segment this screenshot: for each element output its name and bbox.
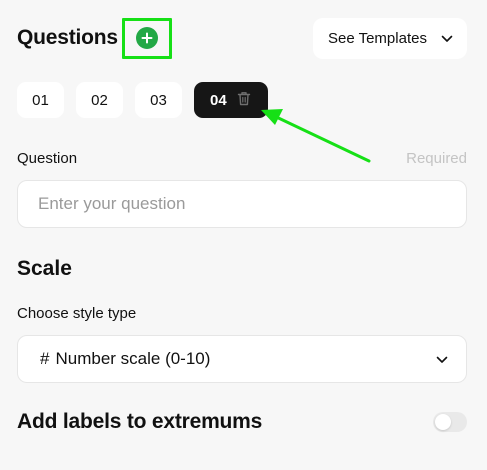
tab-label: 02 — [91, 91, 108, 109]
title-wrap: Questions — [17, 17, 172, 59]
extremums-label: Add labels to extremums — [17, 410, 263, 433]
style-type-text: Number scale (0-10) — [55, 349, 211, 368]
add-question-button[interactable] — [121, 17, 172, 59]
tab-question-04[interactable]: 04 — [194, 82, 268, 118]
header: Questions See Templates — [17, 17, 467, 59]
question-tabs: 01 02 03 04 — [17, 82, 268, 118]
page-title: Questions — [17, 26, 118, 49]
tab-label: 01 — [32, 91, 49, 109]
tab-question-03[interactable]: 03 — [135, 82, 182, 118]
tab-label: 04 — [210, 91, 227, 109]
see-templates-label: See Templates — [328, 29, 427, 47]
tab-question-01[interactable]: 01 — [17, 82, 64, 118]
question-label: Question — [17, 150, 78, 167]
see-templates-button[interactable]: See Templates — [313, 17, 467, 59]
tab-question-02[interactable]: 02 — [76, 82, 123, 118]
question-field-header: Question Required — [17, 150, 467, 167]
chevron-down-icon — [436, 349, 448, 369]
hash-icon: # — [40, 349, 50, 368]
extremums-toggle[interactable] — [433, 412, 467, 432]
tab-label: 03 — [150, 91, 167, 109]
toggle-knob — [435, 414, 451, 430]
extremums-setting: Add labels to extremums — [17, 410, 467, 434]
question-input-wrapper — [17, 180, 467, 228]
style-type-value: # Number scale (0-10) — [40, 349, 210, 369]
plus-circle-icon — [135, 27, 158, 49]
style-type-select[interactable]: # Number scale (0-10) — [17, 335, 467, 383]
scale-heading: Scale — [17, 257, 72, 280]
question-input[interactable] — [38, 194, 446, 214]
chevron-down-icon — [441, 30, 453, 47]
trash-icon[interactable] — [237, 91, 251, 110]
style-type-label: Choose style type — [17, 305, 137, 322]
question-editor: Questions See Templates 01 02 03 04 Ques… — [0, 0, 487, 470]
required-indicator: Required — [406, 150, 467, 167]
annotation-arrow — [261, 109, 371, 163]
